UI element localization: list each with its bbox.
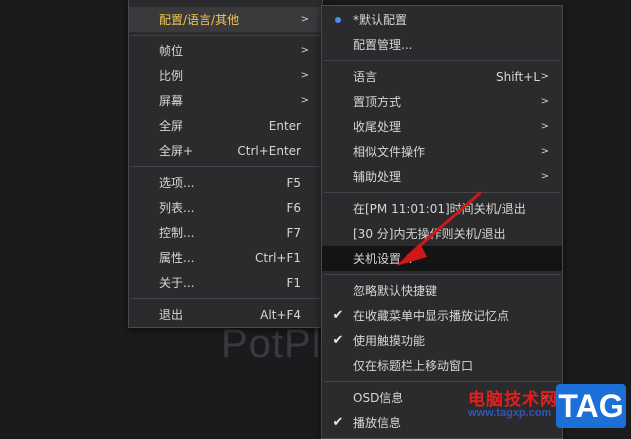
site-watermark-url: www.tagxp.com [468,407,552,419]
tag-logo: TAG [556,384,626,428]
annotation-arrow [396,191,482,266]
